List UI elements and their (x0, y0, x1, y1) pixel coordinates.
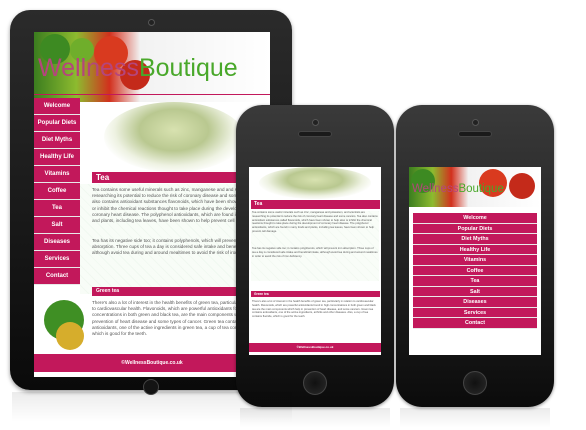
phone2-menu-popular-diets[interactable]: Popular Diets (413, 223, 537, 234)
tea-cup-image (104, 102, 244, 172)
phone1-speaker (298, 131, 332, 137)
phone1-tea-image (259, 167, 371, 199)
phone1-footer: ©WellnessBoutique.co.uk (249, 343, 381, 352)
phone2-speaker (458, 131, 492, 137)
phone2-camera (472, 119, 479, 126)
tablet-screen: WellnessBoutique Welcome Popular Diets D… (34, 32, 270, 377)
header-divider (34, 94, 270, 95)
phone1-home-button[interactable] (303, 371, 327, 395)
menu-item-welcome[interactable]: Welcome (34, 98, 80, 115)
phone1-camera (312, 119, 319, 126)
phone1-tea-paragraph-1: Tea contains some useful minerals such a… (252, 211, 378, 233)
phone2-menu-healthy-life[interactable]: Healthy Life (413, 244, 537, 255)
site-logo[interactable]: WellnessBoutique (38, 54, 238, 83)
menu-item-popular-diets[interactable]: Popular Diets (34, 115, 80, 132)
bottom-fruit-image (56, 322, 84, 350)
phone-landscape-device: Tea Tea contains some useful minerals su… (236, 105, 394, 407)
menu-item-salt[interactable]: Salt (34, 217, 80, 234)
phone2-nav-menu: Welcome Popular Diets Diet Myths Healthy… (413, 213, 537, 329)
phone-portrait-device: WellnessBoutique Welcome Popular Diets D… (396, 105, 554, 407)
phone1-screen: Tea Tea contains some useful minerals su… (249, 167, 381, 355)
phone2-menu-salt[interactable]: Salt (413, 286, 537, 297)
menu-item-services[interactable]: Services (34, 251, 80, 268)
phone2-menu-coffee[interactable]: Coffee (413, 265, 537, 276)
phone2-menu-services[interactable]: Services (413, 307, 537, 318)
phone2-screen: WellnessBoutique Welcome Popular Diets D… (409, 167, 541, 355)
phone1-section-heading-tea: Tea (251, 200, 380, 209)
site-footer: ©WellnessBoutique.co.uk (34, 354, 270, 372)
menu-item-diseases[interactable]: Diseases (34, 234, 80, 251)
phone1-green-tea-paragraph: There's also a lot of interest in the he… (252, 300, 376, 319)
menu-item-healthy-life[interactable]: Healthy Life (34, 149, 80, 166)
phone1-heading-green-tea: Green tea (251, 291, 380, 297)
menu-item-tea[interactable]: Tea (34, 200, 80, 217)
phone2-menu-vitamins[interactable]: Vitamins (413, 255, 537, 266)
menu-item-vitamins[interactable]: Vitamins (34, 166, 80, 183)
tablet-camera (148, 19, 155, 26)
menu-item-diet-myths[interactable]: Diet Myths (34, 132, 80, 149)
phone2-menu-contact[interactable]: Contact (413, 318, 537, 329)
phone2-reflection (400, 408, 550, 428)
phone2-home-button[interactable] (463, 371, 487, 395)
phone2-menu-tea[interactable]: Tea (413, 276, 537, 287)
phone2-menu-diseases[interactable]: Diseases (413, 297, 537, 308)
menu-item-coffee[interactable]: Coffee (34, 183, 80, 200)
phone2-menu-welcome[interactable]: Welcome (413, 213, 537, 224)
menu-item-contact[interactable]: Contact (34, 268, 80, 285)
phone1-tea-paragraph-2: Tea has its negative side too; it contai… (252, 247, 378, 258)
phone2-menu-diet-myths[interactable]: Diet Myths (413, 234, 537, 245)
phone1-reflection (240, 408, 390, 428)
phone2-logo[interactable]: WellnessBoutique (412, 183, 504, 195)
phone2-fruit-image (509, 173, 535, 199)
tablet-nav-menu: Welcome Popular Diets Diet Myths Healthy… (34, 98, 80, 285)
